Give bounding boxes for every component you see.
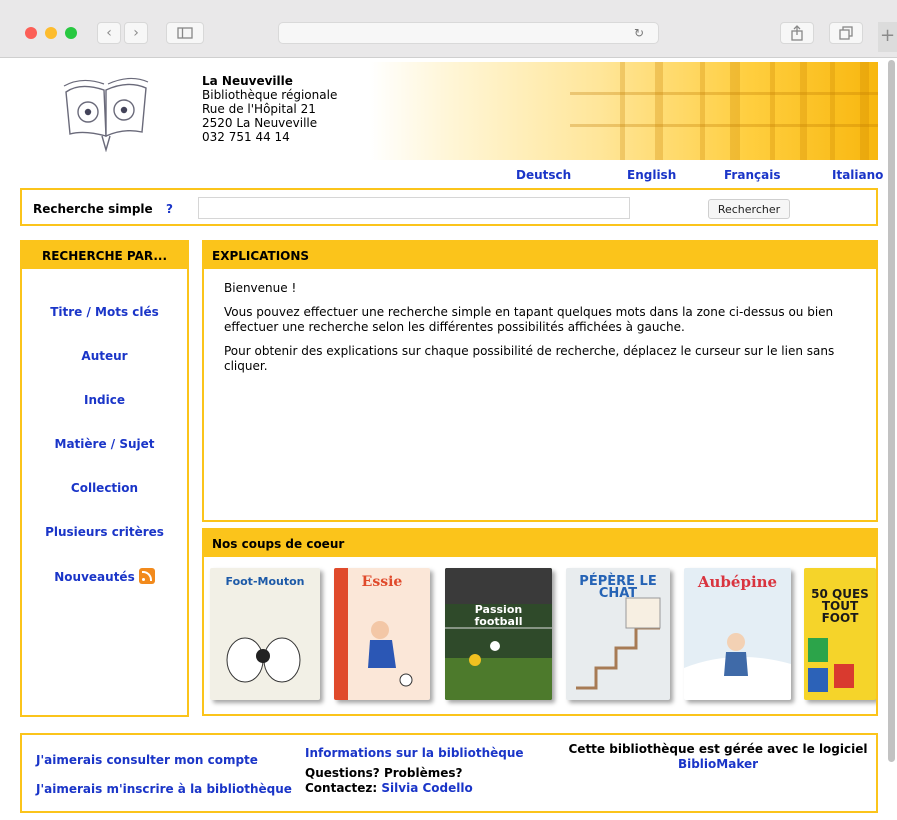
sheep-illustration — [226, 637, 301, 683]
book-cover-4[interactable]: PÉPÈRE LE CHAT — [566, 568, 670, 700]
lang-italiano[interactable]: Italiano — [832, 168, 883, 182]
chevron-left-icon: ‹ — [106, 25, 112, 41]
library-street: Rue de l'Hôpital 21 — [202, 102, 316, 116]
search-label: Recherche simple — [33, 202, 153, 216]
lang-deutsch[interactable]: Deutsch — [516, 168, 571, 182]
bibliomaker-link[interactable]: BiblioMaker — [568, 757, 868, 771]
nav-multiple-criteria[interactable]: Plusieurs critères — [22, 525, 187, 539]
nav-index[interactable]: Indice — [22, 393, 187, 407]
account-link[interactable]: J'aimerais consulter mon compte — [36, 753, 258, 767]
nav-subject[interactable]: Matière / Sujet — [22, 437, 187, 451]
library-name: La Neuveville — [202, 74, 293, 88]
favorites-title: Nos coups de coeur — [204, 530, 876, 557]
reload-icon[interactable]: ↻ — [634, 26, 644, 40]
library-logo — [63, 77, 149, 152]
search-button[interactable]: Rechercher — [708, 199, 790, 219]
header-banner — [370, 62, 878, 160]
football-goal-illustration — [445, 627, 552, 700]
questions-text: Questions? Problèmes? — [305, 766, 463, 780]
footer: J'aimerais consulter mon compte J'aimera… — [20, 733, 878, 813]
contact-prefix: Contactez: — [305, 781, 378, 795]
stairs-cat-illustration — [576, 597, 661, 690]
tabs-icon — [839, 26, 853, 40]
sidebar-toggle-button[interactable] — [166, 22, 204, 44]
lang-francais[interactable]: Français — [724, 168, 780, 182]
chevron-right-icon: › — [133, 25, 139, 41]
nav-author[interactable]: Auteur — [22, 349, 187, 363]
address-bar[interactable]: ↻ — [278, 22, 659, 44]
sidebar-icon — [177, 27, 193, 39]
contact-line: Contactez: Silvia Codello — [305, 781, 473, 795]
browser-toolbar: ‹ › ↻ + — [0, 0, 897, 58]
book-cover-2[interactable]: Essie — [334, 568, 430, 700]
library-address: La Neuveville Bibliothèque régionale Rue… — [202, 74, 337, 144]
favorites-panel: Nos coups de coeur Foot-Mouton Essie Pas… — [202, 528, 878, 716]
contact-name-link[interactable]: Silvia Codello — [381, 781, 472, 795]
girl-football-illustration — [368, 621, 413, 687]
book-cover-5[interactable]: Aubépine — [684, 568, 791, 700]
search-input[interactable] — [198, 197, 630, 219]
lang-english[interactable]: English — [627, 168, 676, 182]
software-text: Cette bibliothèque est gérée avec le log… — [568, 742, 868, 756]
scrollbar[interactable] — [888, 60, 895, 762]
nav-new-items-label: Nouveautés — [54, 570, 135, 584]
register-link[interactable]: J'aimerais m'inscrire à la bibliothèque — [36, 782, 292, 796]
library-info-link[interactable]: Informations sur la bibliothèque — [305, 746, 524, 760]
zoom-window-button[interactable] — [65, 27, 77, 39]
library-type: Bibliothèque régionale — [202, 88, 338, 102]
explanation-paragraph-2: Pour obtenir des explications sur chaque… — [224, 344, 835, 373]
football-players-illustration — [808, 638, 854, 692]
rss-icon[interactable] — [138, 568, 155, 584]
library-phone: 032 751 44 14 — [202, 130, 290, 144]
nav-title-keywords[interactable]: Titre / Mots clés — [22, 305, 187, 319]
explanation-paragraph-1: Vous pouvez effectuer une recherche simp… — [224, 305, 834, 334]
book-cover-6[interactable]: 50 QUES TOUT FOOT — [804, 568, 876, 700]
close-window-button[interactable] — [25, 27, 37, 39]
nav-collection[interactable]: Collection — [22, 481, 187, 495]
simple-search-bar: Recherche simple ? Rechercher — [20, 188, 878, 226]
library-city: 2520 La Neuveville — [202, 116, 318, 130]
search-by-panel: RECHERCHE PAR... Titre / Mots clés Auteu… — [20, 240, 189, 717]
welcome-text: Bienvenue ! — [224, 281, 297, 295]
share-icon — [791, 25, 803, 41]
snow-girl-illustration — [684, 633, 791, 700]
back-button[interactable]: ‹ — [97, 22, 121, 44]
tabs-overview-button[interactable] — [829, 22, 863, 44]
search-help-link[interactable]: ? — [166, 202, 173, 216]
search-by-title: RECHERCHE PAR... — [22, 242, 187, 269]
explanations-title: EXPLICATIONS — [204, 242, 876, 269]
book-cover-1[interactable]: Foot-Mouton — [210, 568, 320, 700]
minimize-window-button[interactable] — [45, 27, 57, 39]
new-tab-button[interactable]: + — [878, 22, 897, 52]
explanations-panel: EXPLICATIONS Bienvenue ! Vous pouvez eff… — [202, 240, 878, 522]
nav-new-items[interactable]: Nouveautés — [22, 568, 187, 584]
forward-button[interactable]: › — [124, 22, 148, 44]
share-button[interactable] — [780, 22, 814, 44]
book-cover-3[interactable]: Passion football — [445, 568, 552, 700]
